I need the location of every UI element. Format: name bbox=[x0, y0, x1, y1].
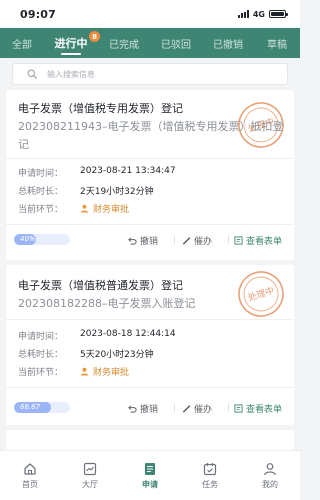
action-divider bbox=[228, 403, 229, 412]
apply-time-value: 2023-08-21 13:34:47 bbox=[80, 166, 176, 176]
nav-label: 大厅 bbox=[82, 479, 98, 489]
quill-icon bbox=[182, 405, 191, 413]
tab-draft[interactable]: 草稿 bbox=[254, 28, 300, 58]
application-card[interactable]: 处理中 电子发票（增值税专用发票）登记 202308211943–电子发票（增值… bbox=[6, 90, 294, 260]
nav-hall[interactable]: 大厅 bbox=[60, 451, 120, 500]
tab-label: 已撤销 bbox=[213, 39, 243, 51]
status-bar: 09:07 4G bbox=[0, 0, 300, 28]
tab-completed[interactable]: 已完成 bbox=[98, 28, 150, 58]
tab-all[interactable]: 全部 bbox=[0, 28, 44, 58]
view-form-button[interactable]: 查看表单 bbox=[234, 402, 282, 415]
urge-label: 催办 bbox=[194, 237, 213, 247]
divider bbox=[6, 224, 294, 225]
cancel-button[interactable]: 撤销 bbox=[128, 402, 158, 415]
apply-time-value: 2023-08-18 12:44:14 bbox=[80, 329, 176, 339]
card-title: 电子发票（增值税普通发票）登记 bbox=[18, 279, 183, 292]
quill-icon bbox=[182, 237, 191, 245]
battery-icon bbox=[269, 10, 288, 18]
network-type: 4G bbox=[252, 9, 265, 19]
card-subtitle: 202308211943–电子发票（增值税专用发票）抵扣登记 bbox=[18, 120, 284, 151]
action-divider bbox=[174, 403, 175, 412]
search-input[interactable] bbox=[47, 69, 247, 79]
search-box[interactable] bbox=[12, 63, 288, 85]
undo-icon bbox=[128, 405, 137, 413]
nav-tasks[interactable]: 任务 bbox=[180, 451, 240, 500]
application-card[interactable]: 处理中 电子发票（增值税普通发票）登记 202308182288–电子发票入账登… bbox=[6, 265, 294, 425]
urge-button[interactable]: 催办 bbox=[182, 402, 212, 415]
progress-text: 40% bbox=[20, 235, 36, 243]
divider bbox=[6, 158, 294, 159]
apply-time-label: 申请时间： bbox=[18, 332, 64, 342]
cancel-label: 撤销 bbox=[140, 237, 159, 247]
tab-label: 全部 bbox=[12, 39, 32, 51]
duration-value: 2天19小时32分钟 bbox=[80, 187, 154, 197]
current-node: 财务审批 bbox=[80, 365, 129, 378]
tab-rejected[interactable]: 已驳回 bbox=[150, 28, 202, 58]
document-icon bbox=[145, 462, 155, 475]
cancel-button[interactable]: 撤销 bbox=[128, 234, 158, 247]
duration-label: 总耗时长： bbox=[18, 187, 64, 197]
card-title: 电子发票（增值税专用发票）登记 bbox=[18, 102, 183, 115]
current-node-label: 当前环节： bbox=[18, 205, 64, 215]
tab-in-progress[interactable]: 进行中 8 bbox=[44, 28, 100, 58]
progress-text: 66.67 bbox=[20, 403, 41, 411]
form-icon bbox=[234, 236, 243, 245]
nav-label: 任务 bbox=[202, 479, 218, 489]
view-form-label: 查看表单 bbox=[246, 237, 283, 247]
tab-label: 已完成 bbox=[109, 39, 139, 51]
current-node: 财务审批 bbox=[80, 202, 129, 215]
tab-label: 已驳回 bbox=[161, 39, 191, 51]
progress-bar: 66.67 bbox=[14, 402, 70, 413]
current-node-value: 财务审批 bbox=[93, 368, 130, 378]
action-divider bbox=[228, 235, 229, 244]
tab-cancelled[interactable]: 已撤销 bbox=[202, 28, 254, 58]
signal-icon bbox=[237, 10, 249, 18]
current-node-value: 财务审批 bbox=[93, 205, 130, 215]
user-node-icon bbox=[80, 367, 89, 376]
action-divider bbox=[174, 235, 175, 244]
status-tabs: 全部 进行中 8 已完成 已驳回 已撤销 草稿 bbox=[0, 28, 300, 58]
nav-home[interactable]: 首页 bbox=[0, 451, 60, 500]
tab-label: 进行中 bbox=[54, 37, 88, 50]
divider bbox=[6, 387, 294, 388]
search-icon bbox=[27, 69, 37, 79]
cancel-label: 撤销 bbox=[140, 405, 159, 415]
apply-time-label: 申请时间： bbox=[18, 169, 64, 179]
card-subtitle: 202308182288–电子发票入账登记 bbox=[18, 297, 196, 310]
divider bbox=[6, 319, 294, 320]
duration-value: 5天20小时23分钟 bbox=[80, 350, 154, 360]
user-icon bbox=[264, 462, 276, 475]
application-card[interactable] bbox=[6, 430, 294, 450]
view-form-label: 查看表单 bbox=[246, 405, 283, 415]
nav-label: 首页 bbox=[22, 479, 38, 489]
status-time: 09:07 bbox=[20, 7, 57, 21]
tab-label: 草稿 bbox=[267, 39, 287, 51]
status-indicators: 4G bbox=[237, 9, 288, 19]
calendar-icon bbox=[203, 462, 217, 475]
chart-icon bbox=[83, 462, 97, 475]
duration-label: 总耗时长： bbox=[18, 350, 64, 360]
nav-apply[interactable]: 申请 bbox=[120, 451, 180, 500]
nav-label: 申请 bbox=[142, 479, 158, 489]
home-icon bbox=[24, 462, 36, 475]
progress-bar: 40% bbox=[14, 234, 70, 245]
user-node-icon bbox=[80, 204, 89, 213]
form-icon bbox=[234, 404, 243, 413]
undo-icon bbox=[128, 237, 137, 245]
urge-button[interactable]: 催办 bbox=[182, 234, 212, 247]
nav-mine[interactable]: 我的 bbox=[240, 451, 300, 500]
bottom-nav: 首页 大厅 申请 任务 我的 bbox=[0, 450, 300, 500]
search-area bbox=[0, 58, 300, 88]
view-form-button[interactable]: 查看表单 bbox=[234, 234, 282, 247]
current-node-label: 当前环节： bbox=[18, 368, 64, 378]
urge-label: 催办 bbox=[194, 405, 213, 415]
nav-label: 我的 bbox=[262, 479, 278, 489]
